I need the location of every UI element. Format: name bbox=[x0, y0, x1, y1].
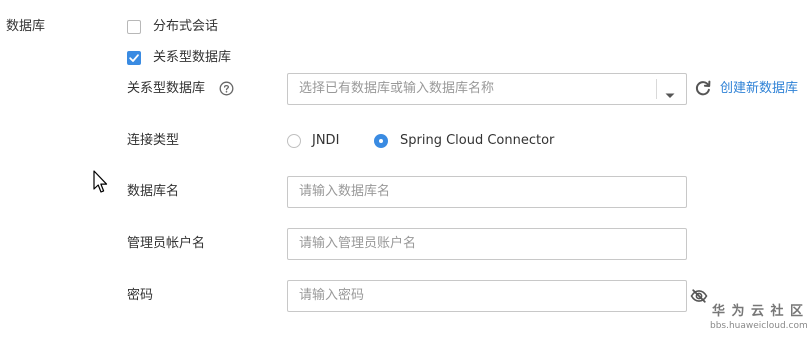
watermark-url: bbs.huaweicloud.com bbox=[710, 321, 808, 331]
password-label: 密码 bbox=[127, 288, 154, 303]
relational-db-select-placeholder: 选择已有数据库或输入数据库名称 bbox=[299, 81, 495, 96]
password-input[interactable]: 请输入密码 bbox=[287, 280, 687, 312]
radio-spring-cloud-connector-circle[interactable] bbox=[374, 134, 388, 148]
refresh-icon[interactable] bbox=[694, 79, 712, 97]
radio-jndi-label: JNDI bbox=[312, 133, 340, 148]
relational-db-option[interactable]: 关系型数据库 bbox=[127, 48, 257, 68]
section-title: 数据库 bbox=[6, 19, 46, 34]
select-divider bbox=[656, 79, 657, 99]
relational-db-field-label: 关系型数据库 bbox=[127, 81, 206, 96]
radio-spring-cloud-connector[interactable]: Spring Cloud Connector bbox=[374, 131, 564, 151]
db-name-input[interactable]: 请输入数据库名 bbox=[287, 176, 687, 208]
db-name-label: 数据库名 bbox=[127, 184, 180, 199]
radio-jndi-circle[interactable] bbox=[287, 134, 301, 148]
connection-type-label: 连接类型 bbox=[127, 133, 180, 148]
radio-spring-cloud-connector-label: Spring Cloud Connector bbox=[400, 133, 555, 148]
help-icon[interactable] bbox=[219, 81, 234, 96]
db-name-placeholder: 请输入数据库名 bbox=[299, 184, 391, 199]
admin-account-label: 管理员帐户名 bbox=[127, 236, 206, 251]
relational-db-select[interactable]: 选择已有数据库或输入数据库名称 bbox=[287, 73, 687, 105]
password-placeholder: 请输入密码 bbox=[299, 288, 365, 303]
admin-account-input[interactable]: 请输入管理员账户名 bbox=[287, 228, 687, 260]
admin-account-placeholder: 请输入管理员账户名 bbox=[299, 236, 417, 251]
relational-db-label: 关系型数据库 bbox=[153, 50, 232, 65]
radio-jndi[interactable]: JNDI bbox=[287, 131, 357, 151]
mouse-cursor bbox=[93, 170, 109, 194]
checkmark-icon bbox=[129, 54, 139, 62]
distributed-session-checkbox[interactable] bbox=[127, 20, 141, 34]
chevron-down-icon[interactable] bbox=[664, 85, 676, 98]
watermark-title: 华 为 云 社 区 bbox=[711, 304, 805, 319]
distributed-session-label: 分布式会话 bbox=[153, 19, 219, 34]
relational-db-checkbox[interactable] bbox=[127, 51, 141, 65]
eye-off-icon[interactable] bbox=[690, 287, 708, 305]
create-database-link[interactable]: 创建新数据库 bbox=[720, 79, 798, 99]
distributed-session-option[interactable]: 分布式会话 bbox=[127, 17, 257, 37]
